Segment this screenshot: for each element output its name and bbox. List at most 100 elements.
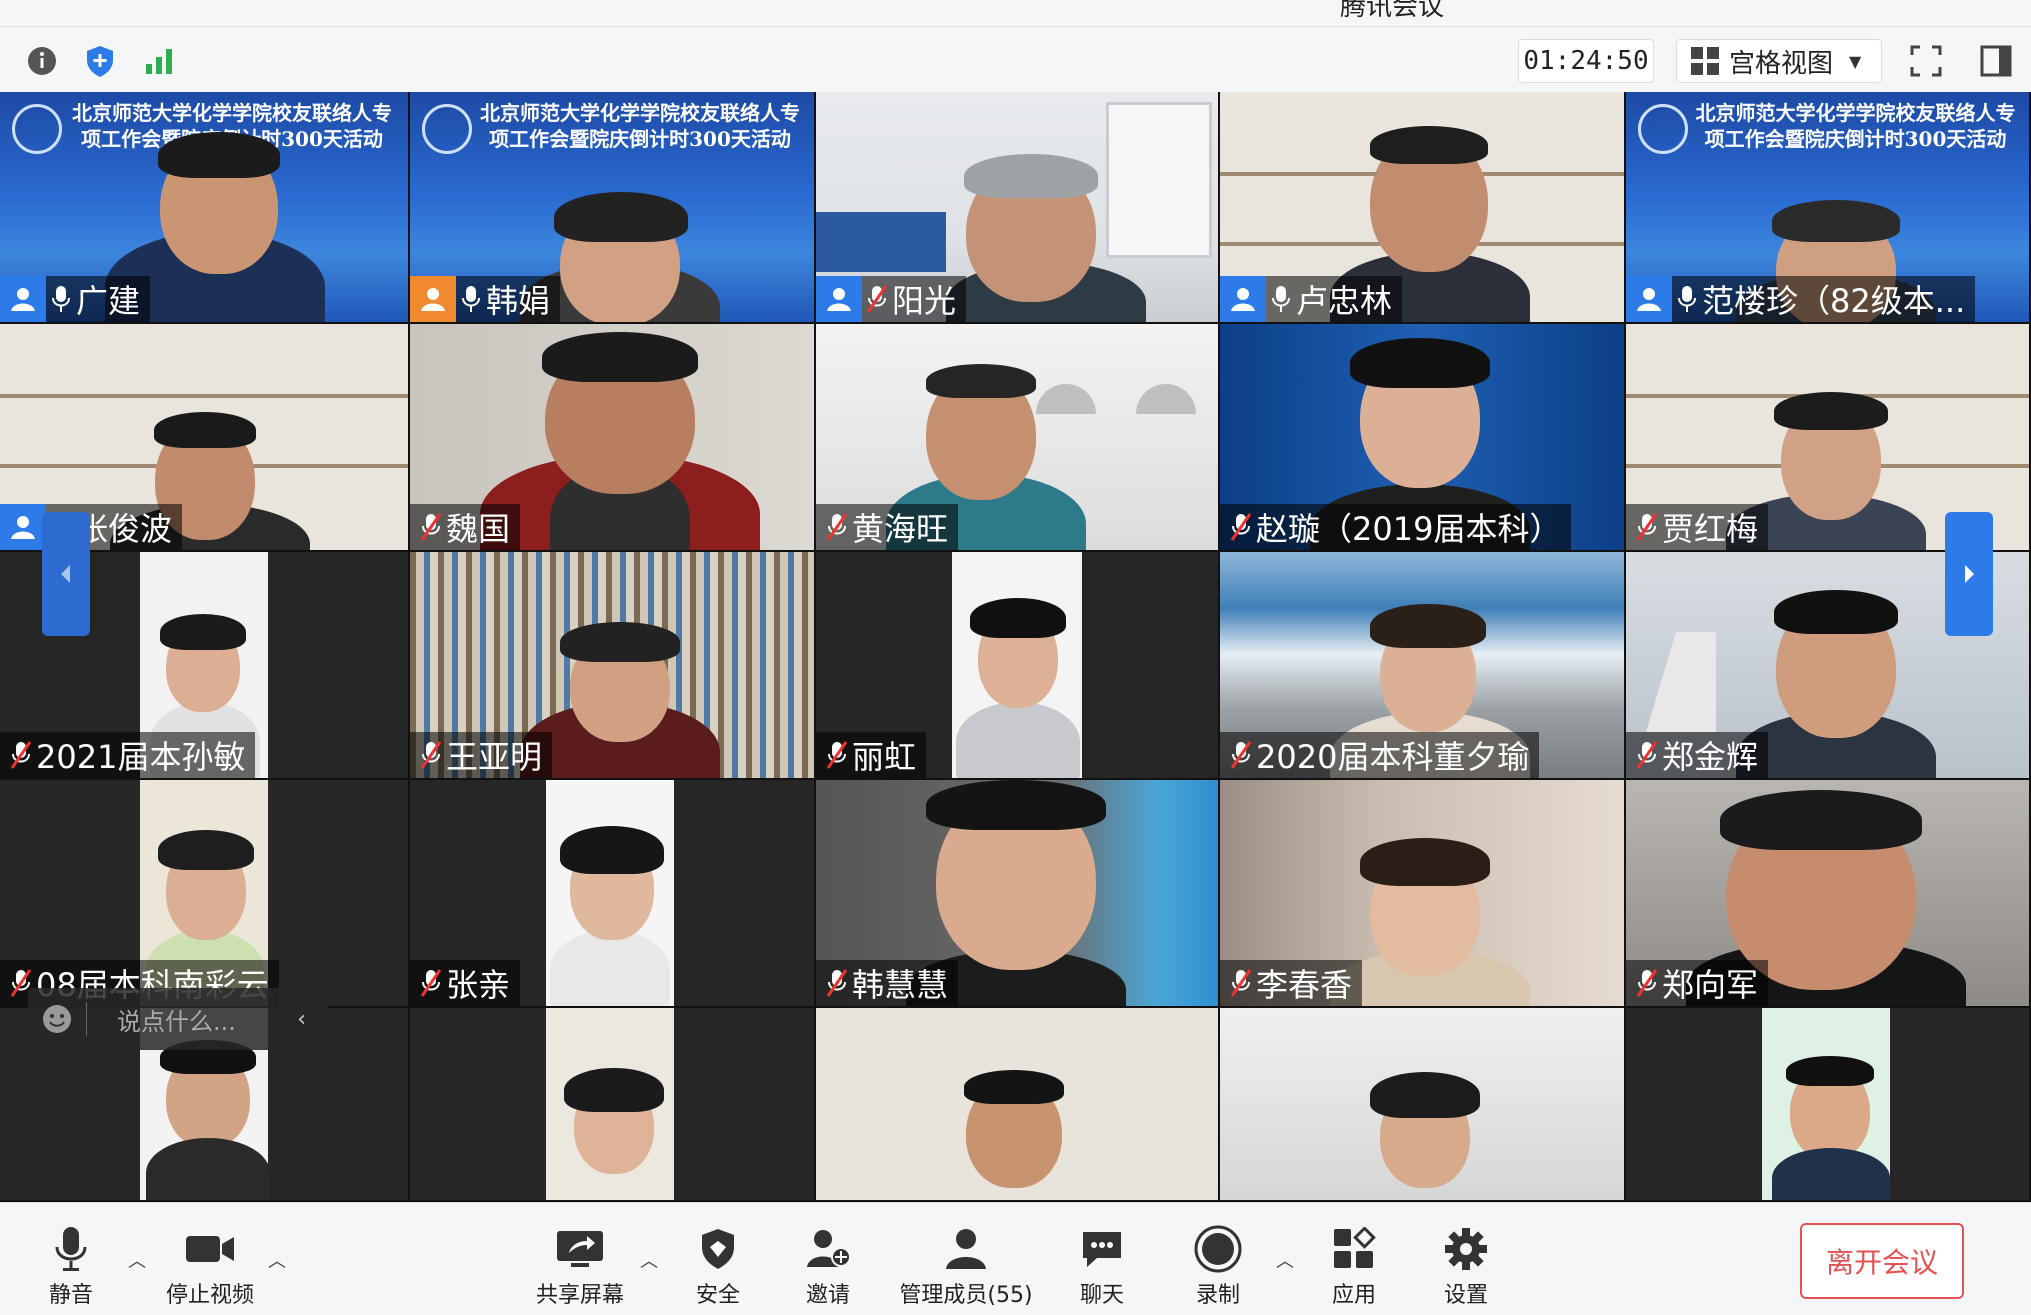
- participant-nametag: 郑向军: [1626, 960, 1769, 1006]
- caret-down-icon: ▼: [1849, 51, 1862, 71]
- manage-members-button[interactable]: 管理成员(55): [898, 1223, 1034, 1309]
- video-tile[interactable]: 北京师范大学化学学院校友联络人专项工作会暨院庆倒计时300天活动 广建: [0, 92, 410, 324]
- previous-page-button[interactable]: [42, 512, 90, 636]
- apps-button[interactable]: 应用: [1326, 1223, 1382, 1309]
- video-tile[interactable]: 张亲: [410, 780, 816, 1008]
- info-icon[interactable]: [22, 41, 62, 81]
- video-tile[interactable]: [410, 1008, 816, 1202]
- video-tile[interactable]: 韩慧慧: [816, 780, 1220, 1008]
- sidebar-toggle-icon[interactable]: [1976, 41, 2016, 81]
- video-tile[interactable]: 赵璇（2019届本科）: [1220, 324, 1626, 552]
- microphone-icon: [1672, 276, 1702, 322]
- shield-icon: [699, 1223, 737, 1275]
- school-logo-icon: [1638, 104, 1688, 154]
- video-tile[interactable]: 郑向军: [1626, 780, 2031, 1008]
- host-icon: [0, 504, 46, 550]
- participant-nametag: 赵璇（2019届本科）: [1220, 504, 1572, 550]
- mute-options-caret-icon[interactable]: ︿: [128, 1247, 146, 1273]
- participant-name: 2020届本科董夕瑜: [1256, 738, 1530, 776]
- participant-nametag: 丽虹: [816, 732, 927, 778]
- host-icon: [0, 276, 46, 322]
- host-icon: [410, 276, 456, 322]
- participant-nametag: 范楼珍（82级本...: [1626, 276, 1976, 322]
- video-tile[interactable]: [1626, 1008, 2031, 1202]
- microphone-muted-icon: [1226, 960, 1256, 1006]
- video-options-caret-icon[interactable]: ︿: [268, 1247, 286, 1273]
- host-icon: [816, 276, 862, 322]
- invite-button[interactable]: 邀请: [800, 1223, 856, 1309]
- video-tile[interactable]: 2020届本科董夕瑜: [1220, 552, 1626, 780]
- microphone-icon: [1266, 276, 1296, 322]
- participant-nametag: 贾红梅: [1626, 504, 1769, 550]
- video-tile[interactable]: 阳光: [816, 92, 1220, 324]
- record-options-caret-icon[interactable]: ︿: [1276, 1247, 1294, 1273]
- video-tile[interactable]: 李春香: [1220, 780, 1626, 1008]
- view-mode-dropdown[interactable]: 宫格视图 ▼: [1676, 39, 1882, 83]
- video-tile[interactable]: 黄海旺: [816, 324, 1220, 552]
- signal-icon[interactable]: [140, 41, 180, 81]
- microphone-muted-icon: [416, 732, 446, 778]
- participant-nametag: 卢忠林: [1220, 276, 1403, 322]
- members-icon: [944, 1223, 988, 1275]
- video-tile[interactable]: 08届本科南彩云: [0, 780, 410, 1008]
- meeting-timer: 01:24:50: [1518, 39, 1654, 83]
- video-tile[interactable]: [816, 1008, 1220, 1202]
- participant-nametag: 王亚明: [410, 732, 553, 778]
- share-screen-icon: [555, 1223, 605, 1275]
- participant-name: 李春香: [1256, 966, 1353, 1004]
- video-tile[interactable]: 北京师范大学化学学院校友联络人专项工作会暨院庆倒计时300天活动 韩娟: [410, 92, 816, 324]
- bottom-toolbar: 静音 ︿ 停止视频 ︿ 共享屏幕 ︿ 安全 邀请 管理成员(55) 聊天 录制 …: [0, 1202, 2031, 1315]
- share-options-caret-icon[interactable]: ︿: [640, 1247, 658, 1273]
- participant-nametag: 阳光: [816, 276, 967, 322]
- emoji-icon[interactable]: [28, 1002, 87, 1036]
- video-tile[interactable]: 北京师范大学化学学院校友联络人专项工作会暨院庆倒计时300天活动 范楼珍（82级…: [1626, 92, 2031, 324]
- host-icon: [1220, 276, 1266, 322]
- participant-name: 韩娟: [486, 282, 551, 320]
- chevron-left-icon: [61, 565, 70, 583]
- microphone-muted-icon: [416, 504, 446, 550]
- window-title: 腾讯会议: [1340, 0, 1445, 22]
- video-tile[interactable]: 卢忠林: [1220, 92, 1626, 324]
- shield-icon[interactable]: [80, 41, 120, 81]
- microphone-icon: [456, 276, 486, 322]
- record-button[interactable]: 录制: [1190, 1223, 1246, 1309]
- record-icon: [1194, 1223, 1242, 1275]
- microphone-muted-icon: [1632, 504, 1662, 550]
- microphone-muted-icon: [862, 276, 892, 322]
- video-tile[interactable]: 王亚明: [410, 552, 816, 780]
- microphone-muted-icon: [6, 732, 36, 778]
- add-user-icon: [805, 1223, 851, 1275]
- gear-icon: [1443, 1223, 1489, 1275]
- chat-button[interactable]: 聊天: [1074, 1223, 1130, 1309]
- participant-name: 王亚明: [446, 738, 543, 776]
- video-tile[interactable]: [1220, 1008, 1626, 1202]
- settings-button[interactable]: 设置: [1438, 1223, 1494, 1309]
- participant-name: 广建: [76, 282, 141, 320]
- host-icon: [1626, 276, 1672, 322]
- window-titlebar: 腾讯会议: [0, 0, 2031, 26]
- security-button[interactable]: 安全: [690, 1223, 746, 1309]
- collapse-chevron-icon[interactable]: ‹: [297, 1007, 306, 1032]
- school-logo-icon: [422, 104, 472, 154]
- participant-nametag: 黄海旺: [816, 504, 959, 550]
- chat-input-bar[interactable]: 说点什么... ‹: [28, 988, 328, 1050]
- participant-nametag: 张俊波: [0, 504, 183, 550]
- stop-video-button[interactable]: 停止视频: [160, 1223, 260, 1309]
- fullscreen-icon[interactable]: [1906, 41, 1946, 81]
- participant-name: 郑金辉: [1662, 738, 1759, 776]
- participant-nametag: 李春香: [1220, 960, 1363, 1006]
- microphone-muted-icon: [1226, 732, 1256, 778]
- chat-input[interactable]: 说点什么...: [117, 1002, 297, 1037]
- mute-button[interactable]: 静音: [40, 1223, 102, 1309]
- microphone-muted-icon: [1632, 732, 1662, 778]
- leave-meeting-button[interactable]: 离开会议: [1800, 1223, 1964, 1299]
- participant-name: 黄海旺: [852, 510, 949, 548]
- microphone-muted-icon: [1632, 960, 1662, 1006]
- share-screen-button[interactable]: 共享屏幕: [534, 1223, 626, 1309]
- video-tile[interactable]: 魏国: [410, 324, 816, 552]
- microphone-icon: [54, 1223, 88, 1275]
- video-tile[interactable]: 丽虹: [816, 552, 1220, 780]
- microphone-muted-icon: [416, 960, 446, 1006]
- next-page-button[interactable]: [1945, 512, 1993, 636]
- participant-name: 范楼珍（82级本...: [1702, 282, 1966, 320]
